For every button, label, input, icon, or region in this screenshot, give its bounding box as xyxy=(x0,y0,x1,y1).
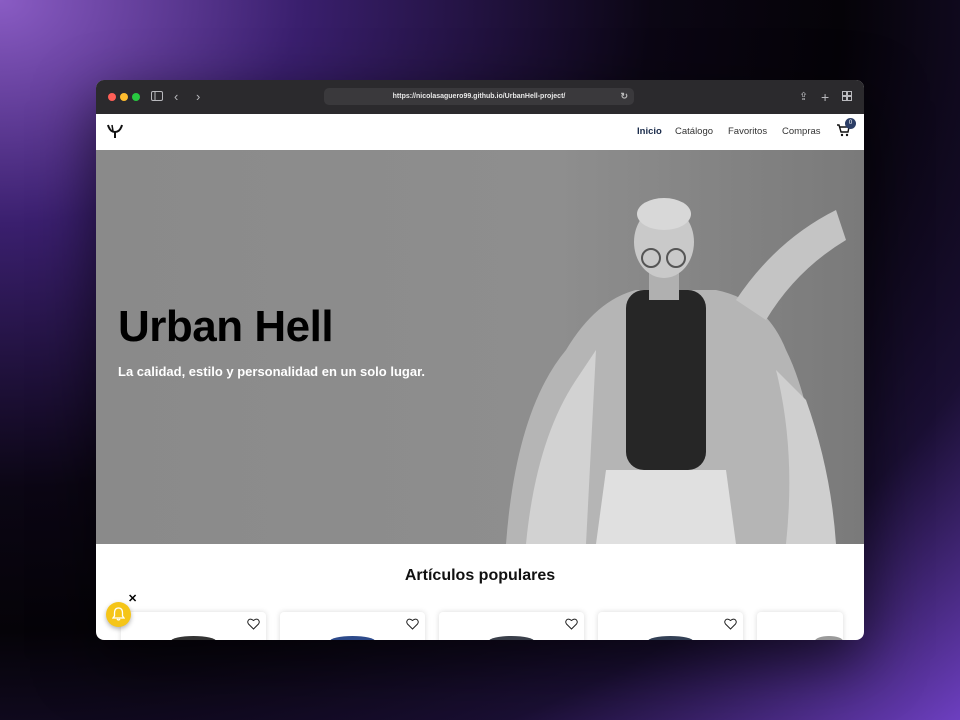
heart-icon[interactable] xyxy=(565,618,578,630)
logo-icon[interactable] xyxy=(106,122,124,140)
hero-banner: Urban Hell La calidad, estilo y personal… xyxy=(96,150,864,544)
share-icon[interactable]: ⇪ xyxy=(799,88,808,106)
heart-icon[interactable] xyxy=(406,618,419,630)
product-image xyxy=(648,636,693,640)
close-icon[interactable]: ✕ xyxy=(128,592,137,605)
url-bar[interactable]: https://nicolasaguero99.github.io/UrbanH… xyxy=(324,88,634,105)
close-window-button[interactable] xyxy=(108,93,116,101)
notification-bell-button[interactable] xyxy=(106,602,131,627)
nav-link-compras[interactable]: Compras xyxy=(782,126,821,137)
heart-icon[interactable] xyxy=(247,618,260,630)
product-card[interactable] xyxy=(757,612,843,640)
back-icon[interactable]: ‹ xyxy=(174,88,178,106)
product-card[interactable] xyxy=(121,612,266,640)
reload-icon[interactable]: ↻ xyxy=(620,88,628,105)
zoom-window-button[interactable] xyxy=(132,93,140,101)
product-image xyxy=(171,636,216,640)
sidebar-icon[interactable] xyxy=(151,88,163,106)
browser-titlebar: ‹ › https://nicolasaguero99.github.io/Ur… xyxy=(96,80,864,115)
nav-link-catalogo[interactable]: Catálogo xyxy=(675,126,713,137)
nav-link-inicio[interactable]: Inicio xyxy=(637,126,662,137)
minimize-window-button[interactable] xyxy=(120,93,128,101)
new-tab-icon[interactable]: + xyxy=(821,88,829,106)
cart-count-badge: 0 xyxy=(845,118,856,129)
hero-title: Urban Hell xyxy=(118,302,334,351)
product-card[interactable] xyxy=(280,612,425,640)
forward-icon[interactable]: › xyxy=(196,88,200,106)
site-navbar: Inicio Catálogo Favoritos Compras 0 xyxy=(96,114,864,150)
bell-icon xyxy=(112,607,125,621)
browser-window: ‹ › https://nicolasaguero99.github.io/Ur… xyxy=(96,80,864,640)
heart-icon[interactable] xyxy=(724,618,737,630)
popular-section-title: Artículos populares xyxy=(404,567,556,584)
product-image xyxy=(489,636,534,640)
hero-subtitle: La calidad, estilo y personalidad en un … xyxy=(118,364,426,379)
hero-model-image xyxy=(506,198,846,544)
url-text: https://nicolasaguero99.github.io/UrbanH… xyxy=(392,93,566,100)
product-image xyxy=(330,636,375,640)
nav-link-favoritos[interactable]: Favoritos xyxy=(728,126,767,137)
product-card[interactable] xyxy=(598,612,743,640)
product-image xyxy=(815,636,843,640)
tabs-overview-icon[interactable] xyxy=(842,88,852,106)
product-card[interactable] xyxy=(439,612,584,640)
